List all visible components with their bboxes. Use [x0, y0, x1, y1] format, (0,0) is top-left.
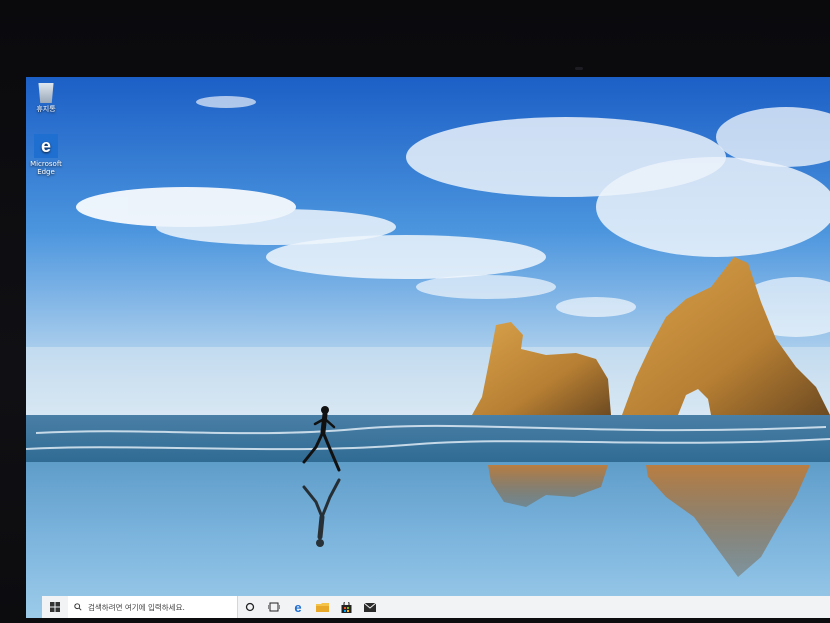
search-placeholder: 검색하려면 여기에 입력하세요. [88, 602, 185, 612]
wallpaper [26, 77, 830, 618]
taskbar: 검색하려면 여기에 입력하세요. e [42, 596, 830, 618]
recycle-bin-icon [38, 83, 54, 103]
search-input[interactable]: 검색하려면 여기에 입력하세요. [68, 596, 238, 618]
search-icon [74, 603, 82, 611]
recycle-bin-shortcut[interactable]: 휴지통 [26, 83, 66, 113]
cortana-button[interactable] [238, 596, 262, 618]
edge-taskbar-button[interactable]: e [286, 596, 310, 618]
edge-icon: e [294, 599, 302, 615]
windows-logo-icon [50, 602, 60, 612]
edge-shortcut[interactable]: e Microsoft Edge [26, 134, 66, 176]
edge-label: Microsoft Edge [30, 160, 62, 176]
webcam [575, 67, 583, 70]
task-view-icon [268, 602, 280, 612]
start-button[interactable] [42, 596, 68, 618]
mail-icon [364, 602, 376, 612]
desktop-screen: 휴지통 e Microsoft Edge 검색하려면 여기에 입력하세요. e [26, 77, 830, 618]
file-explorer-icon [315, 603, 329, 612]
cortana-icon [245, 602, 255, 612]
file-explorer-button[interactable] [310, 596, 334, 618]
edge-icon: e [34, 134, 58, 158]
recycle-bin-label: 휴지통 [36, 105, 56, 113]
store-icon [341, 601, 351, 613]
store-button[interactable] [334, 596, 358, 618]
mail-button[interactable] [358, 596, 382, 618]
task-view-button[interactable] [262, 596, 286, 618]
